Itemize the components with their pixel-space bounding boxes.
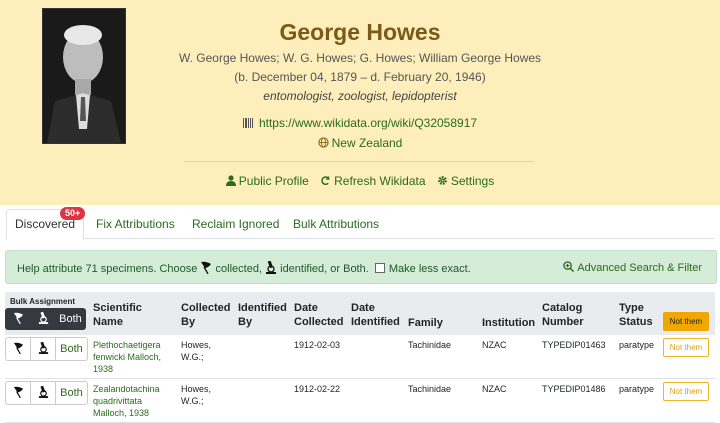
net-icon bbox=[201, 261, 212, 274]
institution: NZAC bbox=[482, 340, 507, 350]
tab-fix-attributions[interactable]: Fix Attributions bbox=[96, 210, 175, 238]
profile-links: Public Profile Refresh Wikidata Settings bbox=[0, 174, 720, 188]
header-catalog-number[interactable]: Catalog Number bbox=[542, 301, 584, 329]
help-collected: collected, bbox=[215, 263, 262, 275]
collected-button[interactable] bbox=[6, 338, 31, 360]
less-exact-checkbox[interactable] bbox=[374, 263, 385, 273]
both-button[interactable]: Both bbox=[56, 338, 87, 360]
tab-bulk-attributions[interactable]: Bulk Attributions bbox=[293, 210, 379, 238]
refresh-wikidata-link[interactable]: Refresh Wikidata bbox=[320, 174, 429, 188]
search-plus-icon bbox=[563, 261, 575, 272]
tab-reclaim-ignored[interactable]: Reclaim Ignored bbox=[192, 210, 279, 238]
bulk-collected-button[interactable] bbox=[5, 308, 31, 330]
person-aliases: W. George Howes; W. G. Howes; G. Howes; … bbox=[178, 51, 542, 65]
country-link[interactable]: New Zealand bbox=[0, 136, 720, 150]
person-name: George Howes bbox=[279, 19, 441, 45]
collected-button[interactable] bbox=[6, 382, 31, 404]
header-scientific-name[interactable]: Scientific Name bbox=[93, 301, 142, 329]
header-divider bbox=[184, 161, 534, 162]
globe-icon bbox=[318, 137, 329, 148]
catalog-number: TYPEDIP01463 bbox=[542, 340, 606, 350]
identified-button[interactable] bbox=[31, 382, 56, 404]
identified-button[interactable] bbox=[31, 338, 56, 360]
discovered-count-badge: 50+ bbox=[60, 207, 86, 220]
header-date-identified[interactable]: Date Identified bbox=[351, 301, 400, 329]
microscope-icon bbox=[38, 311, 48, 324]
header-collected-by[interactable]: Collected By bbox=[181, 301, 231, 329]
less-exact-label[interactable]: Make less exact. bbox=[389, 263, 471, 275]
scientific-name-link[interactable]: Zealandotachina quadrivittata Malloch, 193… bbox=[93, 383, 160, 419]
wikidata-link[interactable]: https://www.wikidata.org/wiki/Q32058917 bbox=[0, 116, 720, 130]
type-status: paratype bbox=[619, 384, 655, 394]
gear-icon bbox=[437, 176, 447, 185]
family: Tachinidae bbox=[408, 384, 452, 394]
row-assign-buttons: Both bbox=[5, 381, 88, 405]
public-profile-link[interactable]: Public Profile bbox=[225, 174, 312, 188]
header-date-collected[interactable]: Date Collected bbox=[294, 301, 344, 329]
microscope-icon bbox=[38, 385, 48, 398]
net-icon bbox=[13, 312, 23, 325]
bulk-identified-button[interactable] bbox=[31, 308, 55, 330]
help-alert: Help attribute 71 specimens. Choose coll… bbox=[5, 250, 717, 284]
collected-by: Howes, W.G.; bbox=[181, 340, 212, 362]
header-type-status[interactable]: Type Status bbox=[619, 301, 653, 329]
person-occupations: entomologist, zoologist, lepidopterist bbox=[263, 89, 457, 103]
microscope-icon bbox=[38, 341, 48, 354]
header-family[interactable]: Family bbox=[408, 316, 443, 330]
bulk-not-them-button[interactable]: Not them bbox=[663, 312, 709, 331]
wikidata-url[interactable]: https://www.wikidata.org/wiki/Q32058917 bbox=[259, 116, 477, 130]
catalog-number: TYPEDIP01486 bbox=[542, 384, 606, 394]
header-identified-by[interactable]: Identified By bbox=[238, 301, 287, 329]
net-icon bbox=[13, 386, 23, 399]
user-icon bbox=[225, 175, 236, 186]
not-them-button[interactable]: Not them bbox=[663, 382, 709, 401]
help-identified: identified, or Both. bbox=[280, 263, 369, 275]
advanced-search-link[interactable]: Advanced Search & Filter bbox=[563, 261, 702, 274]
bulk-both-button[interactable]: Both bbox=[55, 308, 86, 330]
type-status: paratype bbox=[619, 340, 655, 350]
barcode-icon bbox=[242, 118, 253, 128]
header-institution[interactable]: Institution bbox=[482, 316, 535, 330]
collected-by: Howes, W.G.; bbox=[181, 384, 212, 406]
date-collected: 1912-02-03 bbox=[294, 340, 341, 350]
country-name[interactable]: New Zealand bbox=[332, 136, 403, 150]
bulk-assignment-label: Bulk Assignment bbox=[10, 297, 76, 306]
person-dates: (b. December 04, 1879 – d. February 20, … bbox=[234, 70, 486, 84]
not-them-button[interactable]: Not them bbox=[663, 338, 709, 357]
bulk-assignment-buttons: Both bbox=[5, 308, 86, 330]
scientific-name-link[interactable]: Plethochaetigera fenwicki Malloch, 1938 bbox=[93, 339, 161, 375]
refresh-icon bbox=[321, 175, 331, 186]
institution: NZAC bbox=[482, 384, 507, 394]
settings-link[interactable]: Settings bbox=[437, 174, 494, 188]
family: Tachinidae bbox=[408, 340, 452, 350]
microscope-icon bbox=[266, 261, 277, 274]
both-button[interactable]: Both bbox=[56, 382, 87, 404]
date-collected: 1912-02-22 bbox=[294, 384, 341, 394]
help-prefix: Help attribute 71 specimens. Choose bbox=[17, 263, 198, 275]
net-icon bbox=[13, 342, 23, 355]
tab-bar: Discovered Fix Attributions Reclaim Igno… bbox=[6, 209, 714, 240]
row-assign-buttons: Both bbox=[5, 337, 88, 361]
profile-header: George Howes W. George Howes; W. G. Howe… bbox=[0, 0, 720, 205]
